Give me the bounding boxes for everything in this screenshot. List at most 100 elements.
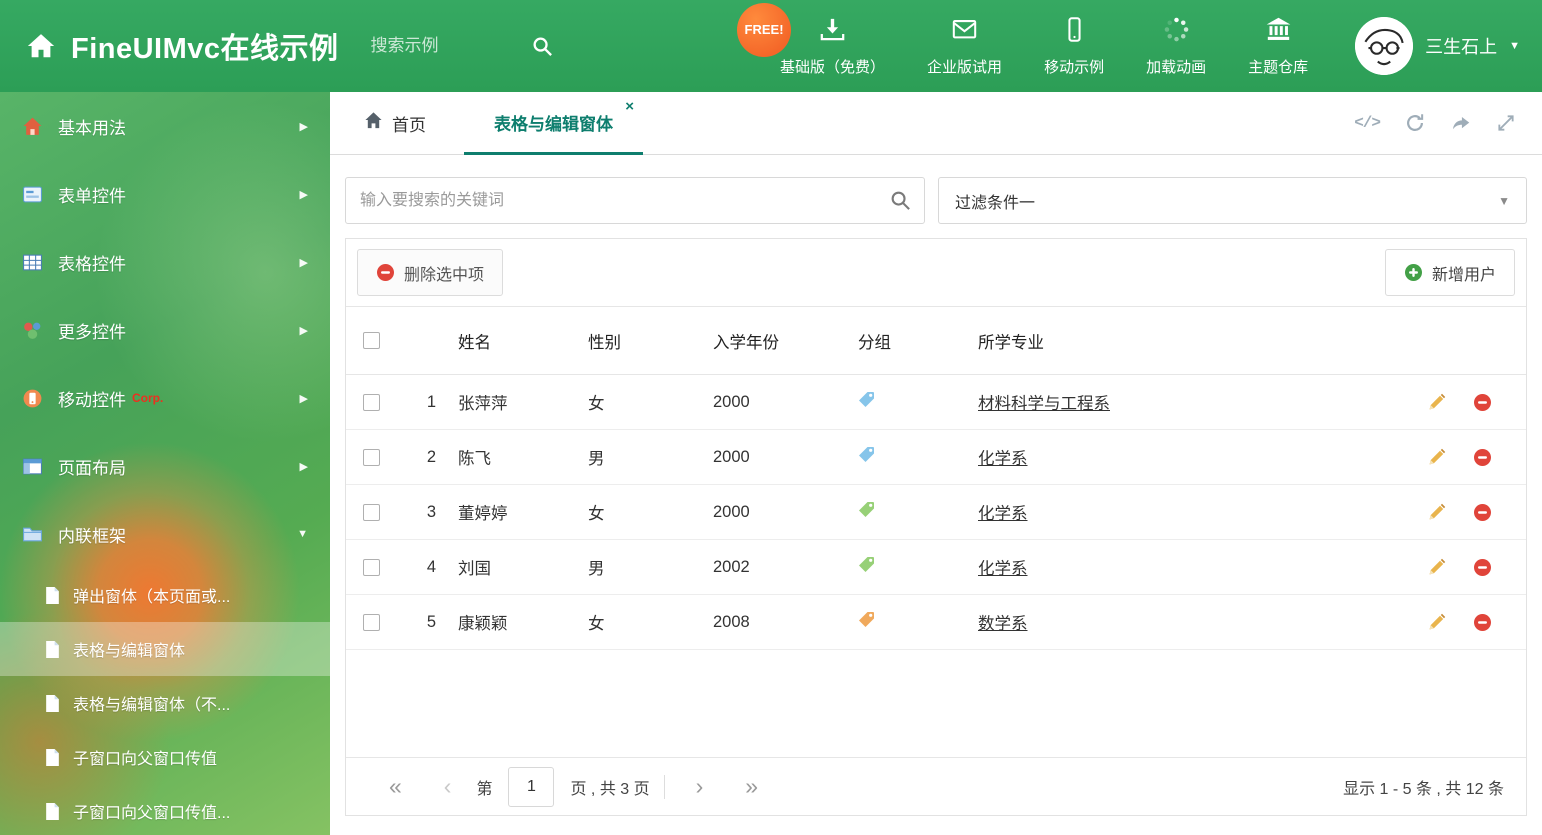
- tab-active-label: 表格与编辑窗体: [494, 114, 613, 134]
- select-all-checkbox[interactable]: [363, 332, 380, 349]
- page-label-prefix: 第: [476, 780, 493, 798]
- cell-name: 张萍萍: [458, 395, 508, 413]
- nav-basic-edition[interactable]: FREE! 基础版（免费）: [737, 2, 906, 77]
- header-search-input[interactable]: [370, 36, 521, 56]
- cell-year: 2000: [713, 447, 750, 466]
- sidebar-item-page-layout[interactable]: 页面布局 ▶: [0, 432, 330, 500]
- add-user-button[interactable]: 新增用户: [1384, 249, 1515, 296]
- sidebar-subitem-popup-window[interactable]: 弹出窗体（本页面或...: [0, 568, 330, 622]
- major-link[interactable]: 化学系: [978, 450, 1028, 468]
- home-icon[interactable]: [26, 31, 56, 61]
- delete-selected-label: 删除选中项: [404, 266, 485, 284]
- search-icon[interactable]: [531, 35, 554, 58]
- delete-icon[interactable]: [1473, 448, 1492, 467]
- grid-toolbar: 删除选中项 新增用户: [346, 239, 1526, 307]
- sidebar-subitem-child-to-parent[interactable]: 子窗口向父窗口传值: [0, 730, 330, 784]
- edit-icon[interactable]: [1427, 392, 1447, 412]
- last-page-icon[interactable]: »: [745, 775, 758, 798]
- delete-icon[interactable]: [1473, 558, 1492, 577]
- major-link[interactable]: 材料科学与工程系: [978, 395, 1110, 413]
- first-page-icon[interactable]: «: [389, 775, 402, 798]
- app-title: FineUIMvc在线示例: [71, 33, 339, 65]
- sidebar-item-inline-frame[interactable]: 内联框架 ▼: [0, 500, 330, 568]
- cell-name: 刘国: [458, 560, 491, 578]
- prev-page-icon[interactable]: ‹: [444, 775, 452, 798]
- row-index: 4: [426, 557, 436, 576]
- nav-loading-animation[interactable]: 加载动画: [1125, 16, 1227, 77]
- cell-gender: 女: [588, 615, 605, 633]
- user-menu[interactable]: 三生石上 ▼: [1355, 17, 1520, 75]
- nav-mobile-demo[interactable]: 移动示例: [1023, 16, 1125, 77]
- header-name[interactable]: 姓名: [448, 329, 578, 353]
- edit-icon[interactable]: [1427, 557, 1447, 577]
- cell-gender: 女: [588, 395, 605, 413]
- top-header: FineUIMvc在线示例 FREE! 基础版（免费） 企业版试用: [0, 0, 1542, 92]
- header-major[interactable]: 所学专业: [968, 329, 1404, 353]
- table-row: 3 董婷婷 女 2000 化学系: [346, 485, 1526, 540]
- row-index: 2: [426, 447, 436, 466]
- app-root: FineUIMvc在线示例 FREE! 基础版（免费） 企业版试用: [0, 0, 1542, 835]
- pager-divider: [663, 774, 665, 799]
- major-link[interactable]: 化学系: [978, 505, 1028, 523]
- delete-selected-button[interactable]: 删除选中项: [357, 249, 504, 296]
- nav-theme-repo[interactable]: 主题仓库: [1227, 16, 1329, 77]
- main-content: 首页 表格与编辑窗体 × </> 输入要搜索的关键词 过滤条件一 ▼ 删除选中项…: [330, 92, 1542, 835]
- page-input[interactable]: [508, 766, 555, 807]
- edit-icon[interactable]: [1427, 447, 1447, 467]
- delete-icon[interactable]: [1473, 503, 1492, 522]
- sidebar-item-label: 更多控件: [58, 322, 126, 342]
- row-checkbox[interactable]: [363, 448, 380, 466]
- filter-dropdown[interactable]: 过滤条件一 ▼: [938, 177, 1527, 224]
- fullscreen-icon[interactable]: [1496, 113, 1516, 133]
- header-gender[interactable]: 性别: [578, 329, 703, 353]
- page-label-suffix: 页 , 共 3 页: [570, 780, 650, 798]
- share-icon[interactable]: [1450, 112, 1472, 134]
- next-page-icon[interactable]: ›: [696, 775, 704, 798]
- sidebar-item-form-controls[interactable]: 表单控件 ▶: [0, 160, 330, 228]
- search-icon[interactable]: [889, 189, 912, 212]
- refresh-icon[interactable]: [1404, 112, 1426, 134]
- row-checkbox[interactable]: [363, 393, 380, 411]
- sidebar-item-basic-usage[interactable]: 基本用法 ▶: [0, 92, 330, 160]
- home-icon: [364, 111, 383, 135]
- header-group[interactable]: 分组: [848, 329, 968, 353]
- cell-gender: 男: [588, 450, 605, 468]
- row-checkbox[interactable]: [363, 613, 380, 631]
- tab-grid-edit-window[interactable]: 表格与编辑窗体 ×: [464, 92, 643, 155]
- sidebar-item-more-controls[interactable]: 更多控件 ▶: [0, 296, 330, 364]
- cell-year: 2002: [713, 557, 750, 576]
- source-code-icon[interactable]: </>: [1354, 114, 1381, 132]
- pager-summary: 显示 1 - 5 条 , 共 12 条: [1343, 780, 1504, 798]
- cell-year: 2008: [713, 612, 750, 631]
- header-year[interactable]: 入学年份: [703, 329, 848, 353]
- sidebar-item-grid-controls[interactable]: 表格控件 ▶: [0, 228, 330, 296]
- sidebar-subitem-grid-edit-window-2[interactable]: 表格与编辑窗体（不...: [0, 676, 330, 730]
- chevron-down-icon: ▼: [1498, 193, 1510, 208]
- edit-icon[interactable]: [1427, 502, 1447, 522]
- keyword-search-input[interactable]: [345, 177, 925, 224]
- table-row: 2 陈飞 男 2000 化学系: [346, 430, 1526, 485]
- chevron-down-icon: ▼: [1509, 40, 1520, 52]
- major-link[interactable]: 数学系: [978, 615, 1028, 633]
- tab-home[interactable]: 首页: [348, 92, 442, 154]
- grid-empty-space: [346, 650, 1526, 757]
- sidebar-subitem-label: 弹出窗体（本页面或...: [73, 589, 231, 606]
- sidebar-item-mobile-controls[interactable]: 移动控件 Corp. ▶: [0, 364, 330, 432]
- delete-icon[interactable]: [1473, 393, 1492, 412]
- delete-icon[interactable]: [1473, 613, 1492, 632]
- row-checkbox[interactable]: [363, 558, 380, 576]
- sidebar-subitem-label: 表格与编辑窗体: [73, 643, 186, 660]
- sidebar-item-label: 表单控件: [58, 186, 126, 206]
- edit-icon[interactable]: [1427, 612, 1447, 632]
- sidebar-subitem-label: 表格与编辑窗体（不...: [73, 697, 231, 714]
- pagination-bar: « ‹ 第 页 , 共 3 页 › » 显示 1 - 5 条 , 共 12 条: [346, 757, 1526, 815]
- sidebar-subitem-grid-edit-window[interactable]: 表格与编辑窗体: [0, 622, 330, 676]
- major-link[interactable]: 化学系: [978, 560, 1028, 578]
- row-checkbox[interactable]: [363, 503, 380, 521]
- nav-label-theme: 主题仓库: [1248, 58, 1309, 76]
- filter-row: 过滤条件一 ▼: [345, 177, 1527, 224]
- nav-enterprise-trial[interactable]: 企业版试用: [906, 16, 1023, 77]
- sidebar-subitem-child-to-parent-2[interactable]: 子窗口向父窗口传值...: [0, 784, 330, 835]
- nav-label-enterprise: 企业版试用: [927, 58, 1003, 76]
- close-icon[interactable]: ×: [625, 99, 634, 114]
